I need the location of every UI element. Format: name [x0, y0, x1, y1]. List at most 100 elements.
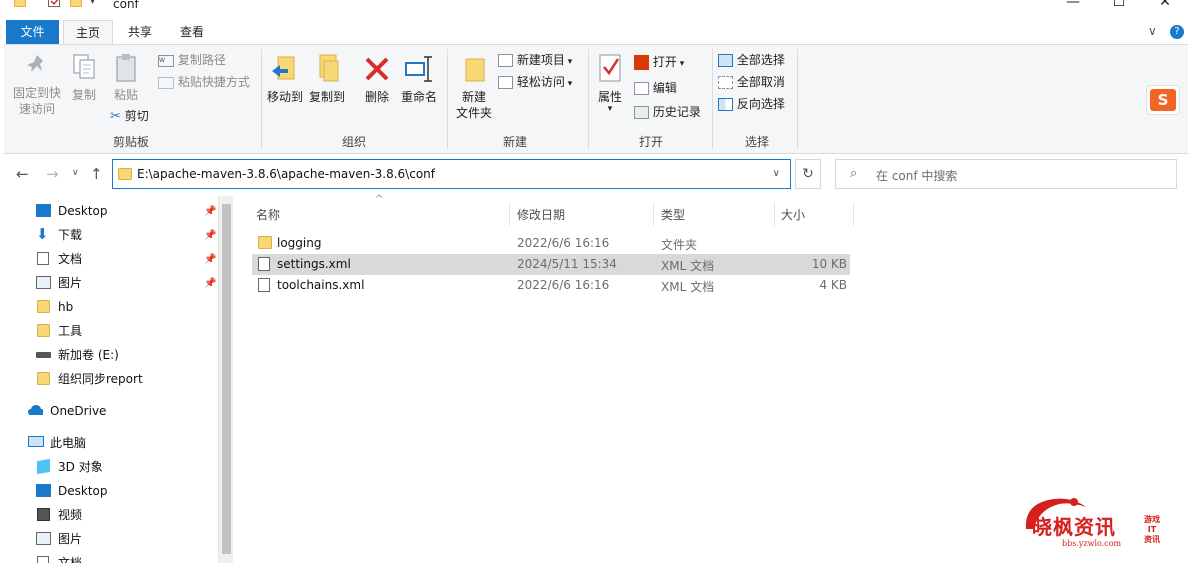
recent-locations-chevron-icon[interactable]: ∨	[72, 168, 79, 178]
rename-icon	[405, 56, 432, 82]
column-header-type[interactable]: 类型	[661, 206, 685, 223]
file-name: logging	[277, 236, 322, 250]
cut-button[interactable]: ✂ 剪切	[110, 107, 149, 125]
folder-icon	[258, 236, 272, 249]
picture-icon	[36, 532, 51, 545]
pin-quick-access-button[interactable]: 固定到快 速访问	[10, 53, 64, 117]
file-type: 文件夹	[661, 238, 698, 252]
address-row: ← → ∨ ↑ E:\apache-maven-3.8.6\apache-mav…	[0, 154, 1188, 196]
column-divider[interactable]	[509, 202, 510, 226]
group-label-select: 选择	[744, 135, 769, 149]
paste-shortcut-button[interactable]: 粘贴快捷方式	[158, 73, 250, 91]
column-header-name[interactable]: 名称	[256, 206, 280, 223]
new-folder-button[interactable]: 新建 文件夹	[452, 53, 496, 121]
ribbon-divider	[797, 49, 798, 149]
file-size: 10 KB	[811, 257, 847, 271]
column-divider[interactable]	[653, 202, 654, 226]
close-button[interactable]: ✕	[1142, 0, 1188, 12]
copy-icon	[73, 54, 95, 79]
cloud-icon	[28, 405, 43, 415]
move-to-icon	[272, 56, 295, 80]
rename-button[interactable]: 重命名	[398, 53, 440, 105]
new-item-button[interactable]: 新建项目 ▾	[498, 51, 572, 69]
cube-icon	[37, 458, 50, 475]
desktop-icon	[36, 204, 51, 217]
history-button[interactable]: 历史记录	[634, 103, 701, 121]
title-bar: ▾ conf — ☐ ✕	[0, 0, 1188, 14]
copy-to-button[interactable]: 复制到	[306, 53, 348, 105]
edit-icon	[634, 82, 649, 95]
xml-file-icon	[258, 257, 270, 271]
copy-path-button[interactable]: W 复制路径	[158, 51, 226, 69]
file-row[interactable]: logging 2022/6/6 16:16 文件夹	[252, 233, 850, 254]
column-header-date[interactable]: 修改日期	[517, 206, 565, 223]
ribbon-expand-icon[interactable]: ∨	[1148, 24, 1157, 38]
address-bar[interactable]: E:\apache-maven-3.8.6\apache-maven-3.8.6…	[112, 159, 791, 189]
tab-file[interactable]: 文件	[6, 20, 59, 44]
address-dropdown-icon[interactable]: ∨	[773, 168, 780, 179]
forward-arrow-icon[interactable]: →	[46, 165, 59, 183]
sogou-s-icon: S	[1150, 89, 1176, 111]
document-icon	[37, 556, 49, 563]
maximize-button[interactable]: ☐	[1096, 0, 1142, 12]
tab-share[interactable]: 共享	[118, 20, 162, 44]
pin-icon	[27, 55, 43, 72]
pin-icon[interactable]: 📌	[204, 254, 216, 265]
column-divider[interactable]	[774, 202, 775, 226]
open-button[interactable]: 打开 ▾	[634, 53, 684, 71]
xml-file-icon	[258, 278, 270, 292]
file-name: settings.xml	[277, 257, 351, 271]
properties-button[interactable]: 属性 ▾	[592, 53, 628, 114]
ime-badge[interactable]: S	[1146, 85, 1180, 115]
minimize-button[interactable]: —	[1050, 0, 1096, 12]
refresh-button[interactable]: ↻	[795, 159, 821, 189]
watermark-side-text: 游戏 IT 资讯	[1144, 515, 1160, 544]
edit-button[interactable]: 编辑	[634, 79, 677, 97]
delete-button[interactable]: 删除	[360, 53, 394, 105]
file-type: XML 文档	[661, 259, 715, 273]
watermark-name: 晓枫资讯	[1032, 515, 1116, 539]
picture-icon	[36, 276, 51, 289]
office-icon	[634, 55, 649, 70]
desktop-icon	[36, 484, 51, 497]
paste-button[interactable]: 粘贴	[106, 53, 146, 103]
folder-icon	[14, 0, 26, 7]
invert-selection-button[interactable]: 反向选择	[718, 95, 785, 113]
help-icon[interactable]: ?	[1170, 25, 1184, 39]
easy-access-button[interactable]: 轻松访问 ▾	[498, 73, 572, 91]
chevron-down-icon[interactable]: ▾	[90, 0, 95, 7]
watermark-logo: 晓枫资讯 bbs.yzwlo.com 游戏 IT 资讯	[1016, 493, 1176, 555]
copy-button[interactable]: 复制	[64, 53, 104, 103]
scrollbar-thumb[interactable]	[222, 204, 231, 554]
paste-shortcut-icon	[158, 76, 174, 89]
ribbon: 固定到快 速访问 复制 粘贴 W 复制路径 粘贴快捷方式 ✂ 剪切 剪贴板 移动…	[4, 44, 1188, 154]
folder-icon	[37, 372, 50, 385]
tab-view[interactable]: 查看	[170, 20, 214, 44]
file-row-selected[interactable]: settings.xml 2024/5/11 15:34 XML 文档 10 K…	[252, 254, 850, 275]
move-to-button[interactable]: 移动到	[264, 53, 306, 105]
pin-icon[interactable]: 📌	[204, 230, 216, 241]
pin-icon[interactable]: 📌	[204, 206, 216, 217]
group-label-new: 新建	[502, 135, 527, 149]
column-divider[interactable]	[853, 202, 854, 226]
up-arrow-icon[interactable]: ↑	[90, 165, 103, 183]
back-arrow-icon[interactable]: ←	[16, 165, 29, 183]
file-row[interactable]: toolchains.xml 2022/6/6 16:16 XML 文档 4 K…	[252, 275, 850, 296]
pin-icon[interactable]: 📌	[204, 278, 216, 289]
address-path[interactable]: E:\apache-maven-3.8.6\apache-maven-3.8.6…	[137, 167, 435, 181]
search-icon: ⌕	[850, 166, 858, 181]
file-size: 4 KB	[819, 278, 847, 292]
file-date: 2024/5/11 15:34	[517, 257, 617, 271]
new-folder-quick-icon[interactable]	[70, 0, 82, 7]
search-placeholder: 在 conf 中搜索	[876, 169, 958, 183]
column-header-size[interactable]: 大小	[781, 206, 805, 223]
select-all-button[interactable]: 全部选择	[718, 51, 785, 69]
easy-access-icon	[498, 76, 513, 89]
copy-to-icon	[319, 54, 339, 82]
file-type: XML 文档	[661, 280, 715, 294]
properties-check-icon[interactable]	[48, 0, 60, 7]
nav-pane-scrollbar[interactable]	[218, 196, 233, 563]
tab-home[interactable]: 主页	[63, 20, 113, 44]
search-box[interactable]: ⌕ 在 conf 中搜索	[835, 159, 1177, 189]
select-none-button[interactable]: 全部取消	[718, 73, 785, 91]
